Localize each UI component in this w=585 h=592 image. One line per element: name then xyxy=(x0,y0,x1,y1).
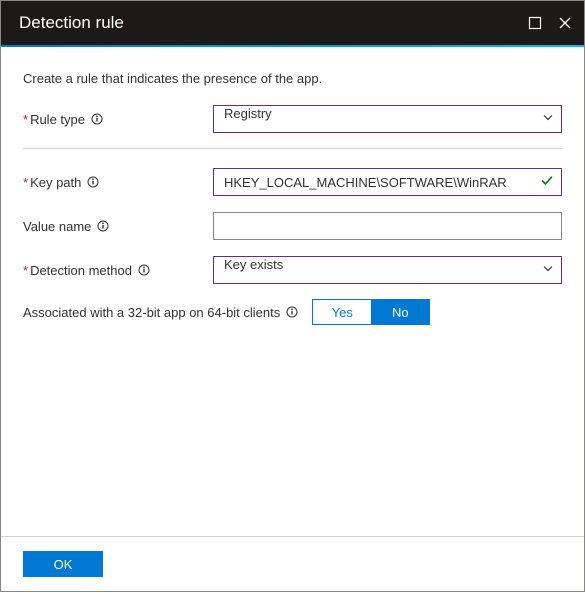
rule-type-row: *Rule type Registry xyxy=(23,104,562,134)
info-icon[interactable] xyxy=(87,176,99,188)
close-icon[interactable] xyxy=(558,16,572,30)
info-icon[interactable] xyxy=(97,220,109,232)
label-text: Key path xyxy=(30,175,81,190)
label-text: Associated with a 32-bit app on 64-bit c… xyxy=(23,305,280,320)
detection-method-select[interactable]: Key exists xyxy=(213,256,562,284)
detection-method-field[interactable]: Key exists xyxy=(213,256,562,284)
dialog-footer: OK xyxy=(1,536,584,591)
toggle-no[interactable]: No xyxy=(371,300,429,324)
value-name-row: Value name xyxy=(23,211,562,241)
divider xyxy=(23,148,562,149)
key-path-row: *Key path xyxy=(23,167,562,197)
value-name-field xyxy=(213,212,562,240)
window-controls xyxy=(528,16,572,30)
detection-method-label: *Detection method xyxy=(23,263,213,278)
rule-type-field[interactable]: Registry xyxy=(213,105,562,133)
rule-type-select[interactable]: Registry xyxy=(213,105,562,133)
info-icon[interactable] xyxy=(91,113,103,125)
key-path-label: *Key path xyxy=(23,175,213,190)
bitness-toggle-label: Associated with a 32-bit app on 64-bit c… xyxy=(23,305,298,320)
key-path-input[interactable] xyxy=(213,168,562,196)
label-text: Rule type xyxy=(30,112,85,127)
rule-type-label: *Rule type xyxy=(23,112,213,127)
dialog-title: Detection rule xyxy=(19,13,124,33)
info-icon[interactable] xyxy=(286,306,298,318)
dialog-content: Create a rule that indicates the presenc… xyxy=(1,47,584,325)
label-text: Value name xyxy=(23,219,91,234)
instruction-text: Create a rule that indicates the presenc… xyxy=(23,71,562,86)
detection-method-row: *Detection method Key exists xyxy=(23,255,562,285)
dialog-header: Detection rule xyxy=(1,1,584,45)
maximize-icon[interactable] xyxy=(528,16,542,30)
value-name-input[interactable] xyxy=(213,212,562,240)
bitness-toggle: Yes No xyxy=(312,299,430,325)
ok-button[interactable]: OK xyxy=(23,551,103,577)
bitness-toggle-row: Associated with a 32-bit app on 64-bit c… xyxy=(23,299,562,325)
key-path-field xyxy=(213,168,562,196)
toggle-yes[interactable]: Yes xyxy=(313,300,371,324)
info-icon[interactable] xyxy=(138,264,150,276)
value-name-label: Value name xyxy=(23,219,213,234)
label-text: Detection method xyxy=(30,263,132,278)
